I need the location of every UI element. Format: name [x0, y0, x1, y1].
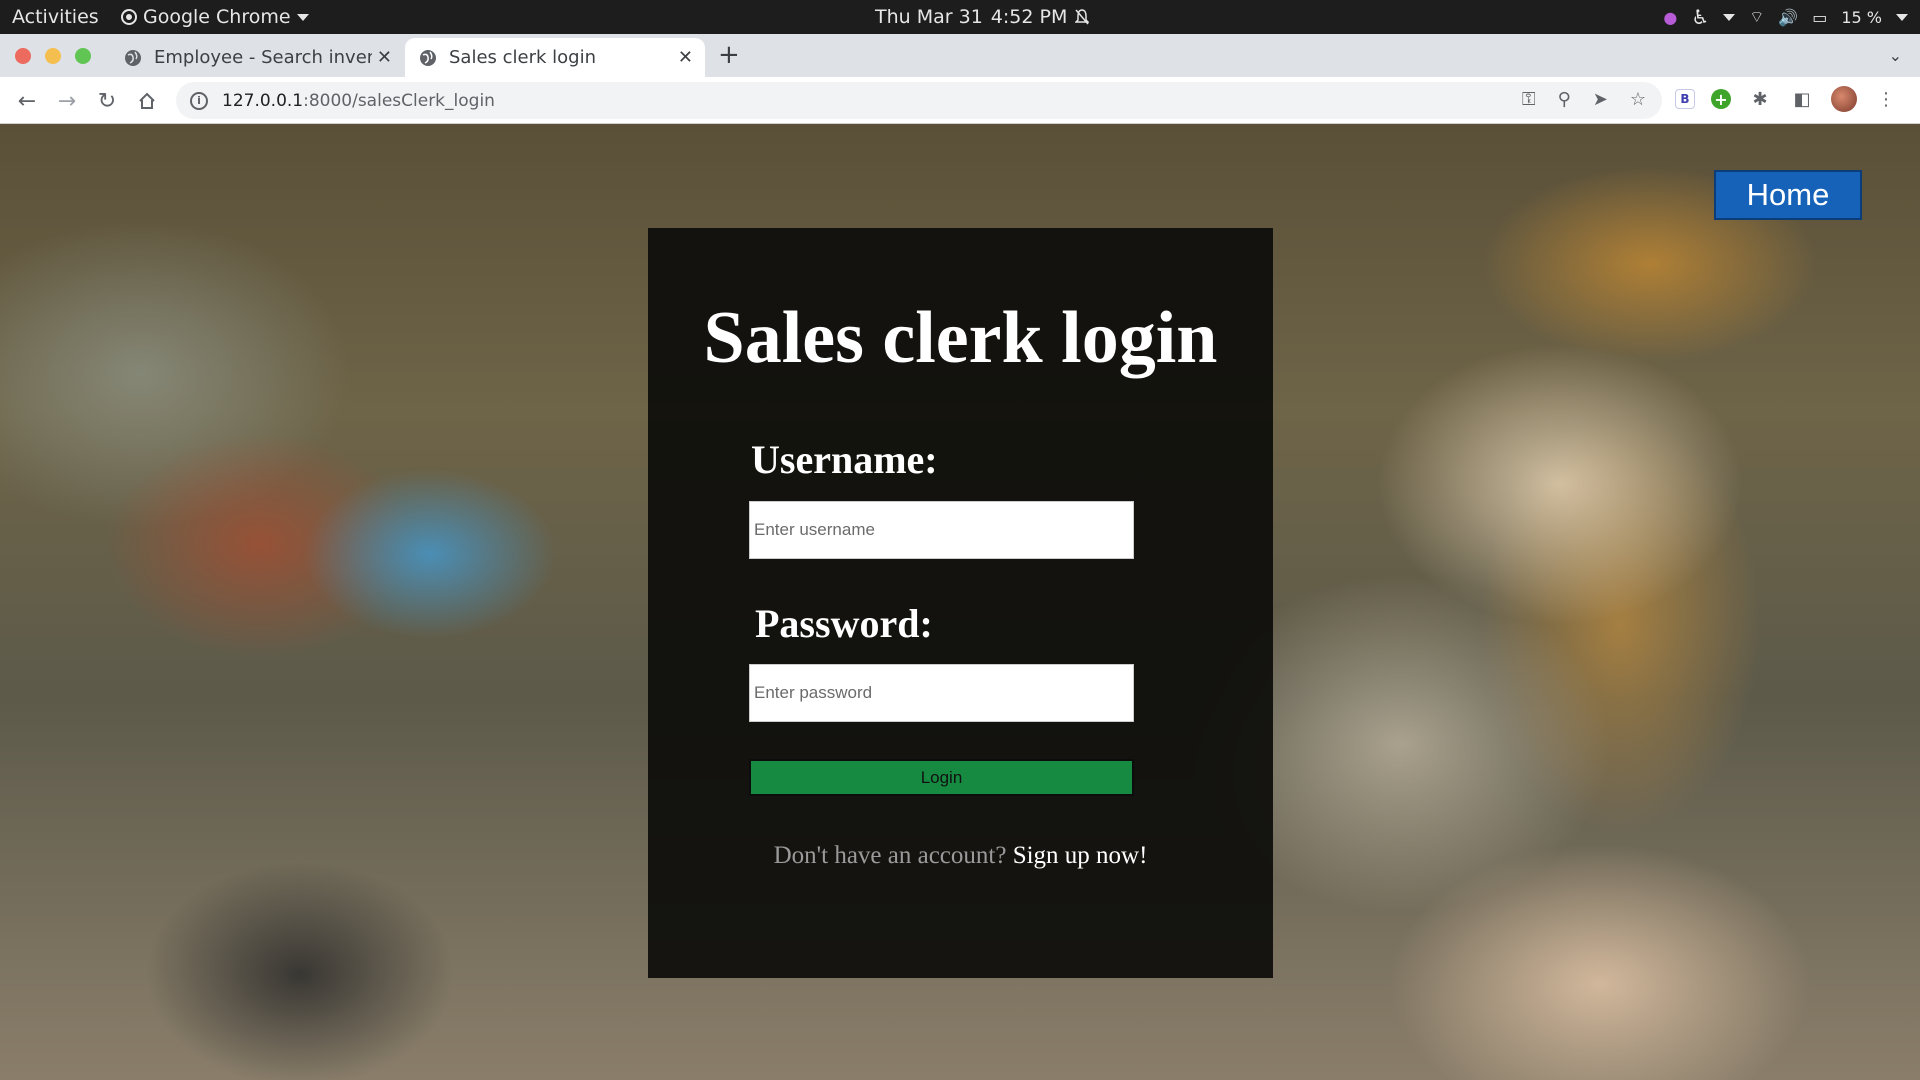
battery-icon: ▭	[1812, 7, 1828, 27]
home-button[interactable]: Home	[1714, 170, 1862, 220]
extension-b-icon[interactable]: B	[1675, 89, 1695, 109]
back-button[interactable]: ←	[12, 86, 42, 116]
tab-sales-clerk-login[interactable]: Sales clerk login ✕	[405, 38, 705, 77]
reload-button[interactable]: ↻	[92, 86, 122, 116]
address-bar[interactable]: i 127.0.0.1:8000/salesClerk_login ⚿ ⚲ ➤ …	[176, 82, 1662, 119]
omnibox-actions: ⚿ ⚲ ➤ ☆	[1522, 89, 1646, 110]
wifi-icon: ⌔	[1749, 7, 1765, 26]
page-viewport: Home Sales clerk login Username: Passwor…	[0, 124, 1920, 1080]
chevron-down-icon	[1896, 13, 1908, 21]
password-input[interactable]	[749, 664, 1134, 722]
tab-title: Sales clerk login	[449, 47, 596, 68]
chevron-down-icon	[296, 13, 309, 21]
house-icon	[139, 92, 155, 109]
home-browser-button[interactable]	[132, 86, 162, 116]
browser-toolbar: ← → ↻ i 127.0.0.1:8000/salesClerk_login …	[0, 77, 1920, 124]
url-text[interactable]: 127.0.0.1:8000/salesClerk_login	[222, 91, 495, 111]
signup-prompt-text: Don't have an account?	[773, 842, 1007, 869]
close-window-button[interactable]	[15, 48, 31, 64]
system-tray[interactable]: ● ♿ ⌔ 🔊 ▭ 15 %	[1663, 5, 1908, 29]
app-menu-label: Google Chrome	[143, 6, 291, 28]
password-label: Password:	[755, 601, 933, 646]
tab-strip: Employee - Search invento ✕ Sales clerk …	[0, 34, 1920, 77]
accessibility-icon: ♿	[1691, 5, 1710, 29]
username-input[interactable]	[749, 501, 1134, 559]
signup-prompt: Don't have an account? Sign up now!	[648, 842, 1273, 870]
app-menu[interactable]: Google Chrome	[121, 6, 309, 28]
globe-icon	[420, 49, 436, 66]
page-title: Sales clerk login	[703, 297, 1218, 379]
minimize-window-button[interactable]	[45, 48, 61, 64]
send-icon[interactable]: ➤	[1593, 89, 1608, 110]
profile-avatar[interactable]	[1831, 86, 1857, 112]
maximize-window-button[interactable]	[75, 48, 91, 64]
close-tab-icon[interactable]: ✕	[678, 47, 693, 68]
tab-title: Employee - Search invento	[154, 47, 372, 68]
url-path: :8000/salesClerk_login	[303, 90, 495, 111]
chevron-down-icon	[1723, 13, 1736, 21]
os-top-bar: Activities Google Chrome Thu Mar 31 4:52…	[0, 0, 1920, 34]
zoom-icon[interactable]: ⚲	[1558, 89, 1571, 110]
time-label: 4:52 PM	[990, 6, 1068, 28]
screen-share-icon: ●	[1663, 7, 1678, 27]
notification-bell-off-icon	[1075, 9, 1090, 25]
battery-percent: 15 %	[1841, 7, 1882, 27]
key-icon[interactable]: ⚿	[1522, 89, 1536, 110]
reload-icon: ↻	[97, 88, 117, 114]
extensions-area: B + ✱ ◧ ⋮	[1675, 86, 1899, 112]
forward-button[interactable]: →	[52, 86, 82, 116]
kebab-menu-icon[interactable]: ⋮	[1873, 86, 1899, 112]
arrow-left-icon: ←	[17, 88, 37, 114]
tab-search-chevron-icon[interactable]: ⌄	[1889, 46, 1902, 65]
site-info-icon[interactable]: i	[190, 91, 208, 110]
chrome-icon	[121, 9, 137, 25]
puzzle-extensions-icon[interactable]: ✱	[1747, 86, 1773, 112]
side-panel-icon[interactable]: ◧	[1789, 86, 1815, 112]
extension-add-icon[interactable]: +	[1711, 89, 1731, 109]
login-card: Sales clerk login Username: Password: Lo…	[648, 228, 1273, 978]
tab-employee-search[interactable]: Employee - Search invento ✕	[110, 38, 404, 77]
window-controls	[15, 48, 91, 64]
url-host: 127.0.0.1	[222, 90, 304, 111]
date-label: Thu Mar 31	[875, 6, 983, 28]
signup-link[interactable]: Sign up now!	[1013, 842, 1148, 869]
volume-icon: 🔊	[1778, 7, 1799, 27]
username-label: Username:	[751, 437, 938, 482]
close-tab-icon[interactable]: ✕	[377, 47, 392, 68]
arrow-right-icon: →	[57, 88, 77, 114]
bookmark-star-icon[interactable]: ☆	[1630, 89, 1646, 110]
clock[interactable]: Thu Mar 31 4:52 PM	[875, 6, 1090, 28]
activities-button[interactable]: Activities	[12, 6, 99, 28]
globe-icon	[125, 49, 141, 66]
login-button[interactable]: Login	[749, 759, 1134, 796]
new-tab-button[interactable]: +	[718, 40, 740, 70]
